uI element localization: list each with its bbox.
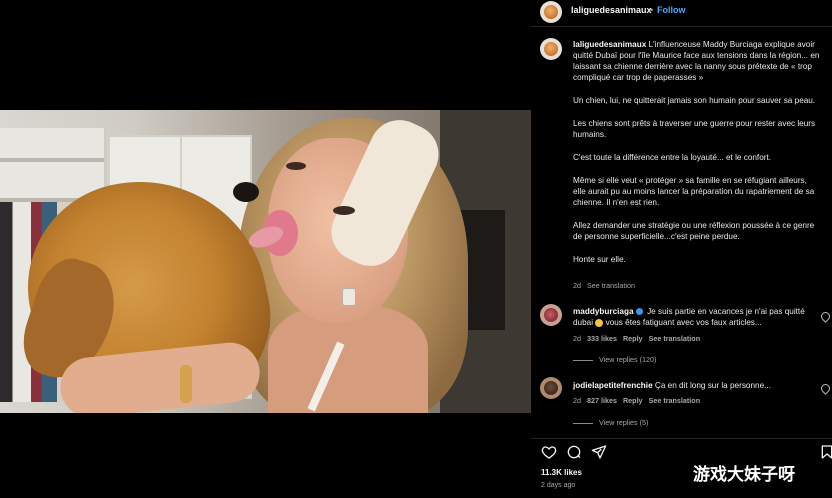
caption-paragraph: Allez demander une stratégie ou une réfl… — [573, 221, 815, 241]
see-translation-link[interactable]: See translation — [649, 334, 701, 343]
comment-likes[interactable]: 333 likes — [587, 334, 617, 343]
caption-paragraph: Même si elle veut « protéger » sa famill… — [573, 176, 815, 207]
shelf-board — [0, 158, 104, 162]
header-divider — [531, 26, 832, 27]
post-media[interactable] — [0, 0, 531, 498]
separator-dot: • — [650, 5, 654, 15]
view-replies-label[interactable]: View replies (120) — [599, 355, 656, 364]
caption-paragraph: laliguedesanimaux L'influenceuse Maddy B… — [573, 39, 821, 83]
reply-button[interactable]: Reply — [623, 396, 643, 405]
view-replies[interactable]: View replies (120) — [573, 355, 656, 364]
woman-eye — [286, 162, 306, 170]
avatar-image — [544, 308, 558, 322]
comment-icon[interactable] — [566, 444, 582, 460]
replies-line — [573, 359, 593, 361]
caption-avatar[interactable] — [540, 38, 562, 60]
reply-button[interactable]: Reply — [623, 334, 643, 343]
verified-icon — [635, 308, 643, 316]
avatar-image — [544, 42, 558, 56]
comment-heart-icon[interactable] — [819, 382, 832, 395]
caption-username[interactable]: laliguedesanimaux — [573, 40, 646, 49]
caption-paragraph: Honte sur elle. — [573, 255, 626, 264]
watermark-text: 游戏大妹子呀 — [693, 465, 795, 485]
follow-button[interactable]: Follow — [657, 5, 686, 15]
post-sidebar: laliguedesanimaux • Follow laliguedesani… — [531, 0, 832, 498]
comment-avatar[interactable] — [540, 304, 562, 326]
comment-username[interactable]: jodielapetitefrenchie — [573, 381, 653, 390]
caption-paragraph: Les chiens sont prêts à traverser une gu… — [573, 119, 816, 139]
post-date: 2 days ago — [541, 482, 576, 489]
heart-icon[interactable] — [541, 444, 557, 460]
share-icon[interactable] — [591, 444, 607, 460]
comment-age: 2d — [573, 396, 581, 405]
post-caption: laliguedesanimaux L'influenceuse Maddy B… — [573, 39, 821, 277]
comment-text: Ça en dit long sur la personne... — [654, 381, 771, 390]
caption-age: 2d — [573, 281, 581, 290]
comment-likes[interactable]: 827 likes — [587, 396, 617, 405]
comment-meta: 2d 333 likes Reply See translation — [573, 334, 700, 343]
dog-nose — [233, 182, 259, 202]
bookmark-icon[interactable] — [819, 444, 832, 460]
replies-line — [573, 422, 593, 424]
woman-eye — [333, 206, 355, 215]
post-photo[interactable] — [0, 110, 531, 413]
comment-username[interactable]: maddyburciaga — [573, 307, 634, 316]
emoji-icon — [595, 318, 604, 327]
caption-paragraph: C'est toute la différence entre la loyau… — [573, 153, 772, 162]
caption-meta: 2d See translation — [573, 281, 635, 290]
earring — [342, 288, 356, 306]
avatar-image — [544, 381, 558, 395]
avatar-image — [544, 5, 558, 19]
see-translation-link[interactable]: See translation — [587, 281, 635, 290]
comment-age: 2d — [573, 334, 581, 343]
bracelet — [180, 365, 192, 403]
view-replies-label[interactable]: View replies (5) — [599, 418, 648, 427]
comment-meta: 2d 827 likes Reply See translation — [573, 396, 700, 405]
comment-heart-icon[interactable] — [819, 310, 832, 323]
post-header: laliguedesanimaux • Follow — [531, 0, 832, 24]
header-username[interactable]: laliguedesanimaux — [571, 5, 652, 15]
avatar[interactable] — [540, 1, 562, 23]
comment: maddyburciaga Je suis partie en vacances… — [573, 306, 818, 328]
view-replies[interactable]: View replies (5) — [573, 418, 648, 427]
actions-divider — [531, 438, 832, 439]
comment-avatar[interactable] — [540, 377, 562, 399]
likes-count[interactable]: 11.3K likes — [541, 468, 582, 477]
see-translation-link[interactable]: See translation — [649, 396, 701, 405]
caption-paragraph: Un chien, lui, ne quitterait jamais son … — [573, 96, 816, 105]
comment: jodielapetitefrenchie Ça en dit long sur… — [573, 380, 818, 391]
comment-text-tail: vous êtes fatiguant avec vos faux articl… — [605, 318, 762, 327]
